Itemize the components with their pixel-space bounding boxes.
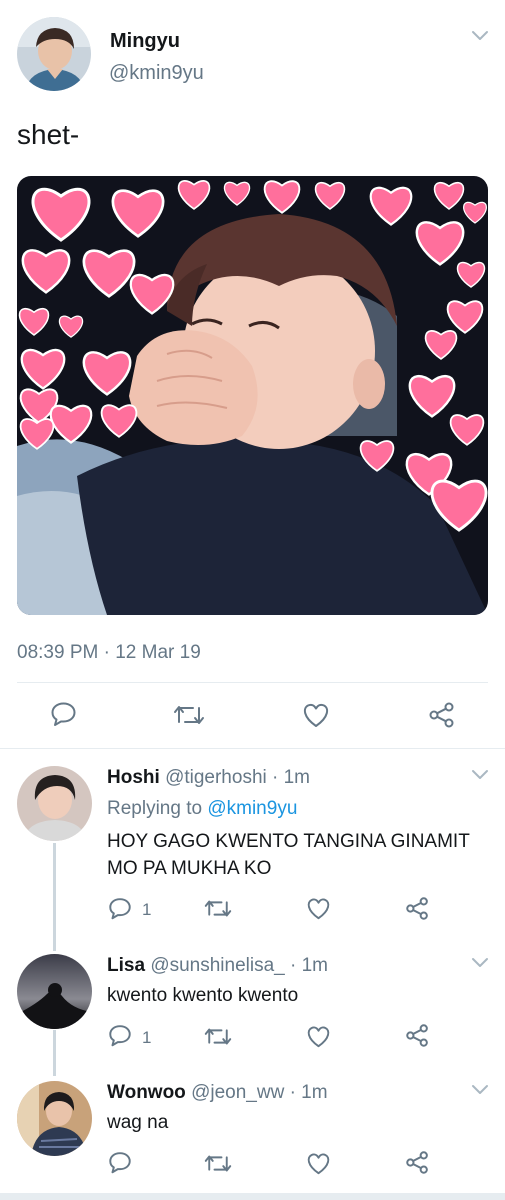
reply-text: HOY GAGO KWENTO TANGINA GINAMIT MO PA MU…	[107, 831, 470, 879]
retweet-icon[interactable]	[204, 898, 232, 919]
divider	[17, 682, 488, 683]
reply-handle-time[interactable]: @tigerhoshi · 1m	[165, 767, 310, 788]
reply-icon[interactable]	[108, 1151, 132, 1174]
author-name[interactable]: Mingyu	[110, 30, 180, 53]
thread-line	[53, 843, 56, 951]
retweet-icon[interactable]	[204, 1026, 232, 1047]
like-icon[interactable]	[302, 702, 330, 728]
section-divider	[0, 748, 505, 749]
share-icon[interactable]	[405, 896, 430, 921]
replying-to-handle[interactable]: @kmin9yu	[207, 798, 297, 819]
tweet-text: shet-	[17, 119, 80, 150]
retweet-icon[interactable]	[173, 703, 205, 727]
like-icon[interactable]	[306, 897, 331, 920]
thread-line	[53, 1030, 56, 1076]
chevron-down-icon[interactable]	[471, 1084, 489, 1096]
reply-count: 1	[142, 900, 152, 919]
share-icon[interactable]	[428, 701, 456, 729]
tweet-timestamp[interactable]: 08:39 PM · 12 Mar 19	[17, 642, 201, 664]
reply-icon[interactable]	[50, 701, 77, 727]
chevron-down-icon[interactable]	[471, 769, 489, 781]
author-avatar[interactable]	[17, 17, 91, 91]
reply-header: Hoshi @tigerhoshi · 1m	[107, 767, 310, 789]
tweet-media[interactable]	[17, 176, 488, 615]
reply-icon[interactable]	[108, 1024, 132, 1047]
reply-author-name[interactable]: Hoshi	[107, 767, 160, 788]
reply-handle-time[interactable]: @jeon_ww · 1m	[191, 1082, 328, 1103]
reply-text: wag na	[107, 1112, 169, 1133]
author-handle[interactable]: @kmin9yu	[109, 62, 204, 85]
reply-count: 1	[142, 1028, 152, 1047]
reply-icon[interactable]	[108, 897, 132, 920]
bottom-edge	[0, 1193, 505, 1200]
chevron-down-icon[interactable]	[471, 957, 489, 969]
reply-header: Lisa @sunshinelisa_ · 1m	[107, 955, 328, 977]
replying-to-label: Replying to	[107, 798, 203, 819]
reply-avatar[interactable]	[17, 954, 92, 1029]
like-icon[interactable]	[306, 1025, 331, 1048]
retweet-icon[interactable]	[204, 1153, 232, 1174]
share-icon[interactable]	[405, 1023, 430, 1048]
replying-to: Replying to @kmin9yu	[107, 798, 297, 820]
reply-author-name[interactable]: Lisa	[107, 955, 145, 976]
reply-text: kwento kwento kwento	[107, 985, 299, 1006]
reply-author-name[interactable]: Wonwoo	[107, 1082, 186, 1103]
reply-avatar[interactable]	[17, 1081, 92, 1156]
reply-avatar[interactable]	[17, 766, 92, 841]
share-icon[interactable]	[405, 1150, 430, 1175]
like-icon[interactable]	[306, 1152, 331, 1175]
reply-handle-time[interactable]: @sunshinelisa_ · 1m	[150, 955, 328, 976]
chevron-down-icon[interactable]	[471, 30, 489, 42]
reply-header: Wonwoo @jeon_ww · 1m	[107, 1082, 328, 1104]
